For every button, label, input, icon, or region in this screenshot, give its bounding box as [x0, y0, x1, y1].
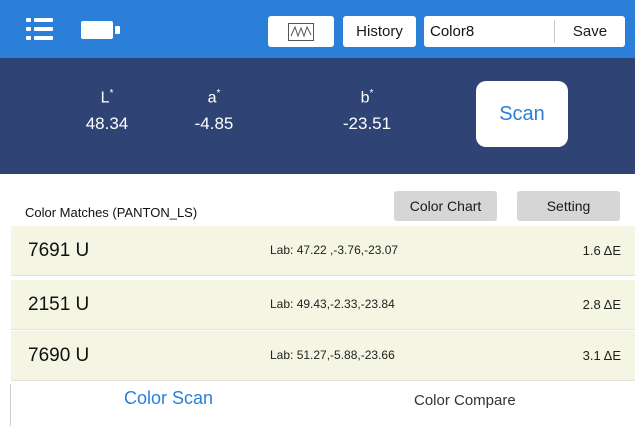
match-color-name: 2151 U: [28, 294, 90, 315]
match-delta-e: 3.1 ΔE: [582, 348, 621, 363]
match-row[interactable]: 7691 U Lab: 47.22 ,-3.76,-23.07 1.6 ΔE: [11, 226, 635, 276]
color-name-group: Save: [424, 16, 625, 47]
top-toolbar: History Save: [0, 0, 635, 58]
setting-button[interactable]: Setting: [517, 191, 620, 221]
b-star-value: -23.51: [342, 114, 392, 133]
menu-icon-bar: [34, 18, 53, 22]
color-chart-button[interactable]: Color Chart: [394, 191, 497, 221]
match-row[interactable]: 2151 U Lab: 49.43,-2.33,-23.84 2.8 ΔE: [11, 280, 635, 330]
match-delta-e: 1.6 ΔE: [582, 243, 621, 258]
menu-icon-dot: [26, 27, 31, 31]
l-star-value: 48.34: [85, 114, 129, 133]
battery-body: [81, 21, 113, 39]
match-delta-e: 2.8 ΔE: [582, 297, 621, 312]
battery-tip: [115, 26, 120, 34]
a-star-value: -4.85: [194, 114, 234, 133]
match-color-name: 7690 U: [28, 345, 90, 366]
match-lab-values: Lab: 51.27,-5.88,-23.66: [270, 348, 395, 362]
tab-color-scan[interactable]: Color Scan: [124, 388, 213, 409]
match-lab-values: Lab: 49.43,-2.33,-23.84: [270, 297, 395, 311]
a-star-column: a* -4.85: [174, 84, 254, 134]
menu-icon[interactable]: [26, 18, 53, 40]
match-row[interactable]: 7690 U Lab: 51.27,-5.88,-23.66 3.1 ΔE: [11, 331, 635, 381]
l-star-column: L* 48.34: [67, 84, 147, 134]
save-button[interactable]: Save: [555, 16, 625, 47]
b-star-column: b* -23.51: [327, 84, 407, 134]
a-star-label: a*: [207, 88, 221, 107]
history-button[interactable]: History: [343, 16, 416, 47]
scan-button[interactable]: Scan: [476, 81, 568, 147]
menu-icon-dot: [26, 36, 31, 40]
menu-icon-bar: [34, 36, 53, 40]
chart-view-button[interactable]: [268, 16, 334, 47]
b-star-label: b*: [360, 88, 374, 107]
color-matches-title: Color Matches (PANTON_LS): [25, 205, 198, 220]
tab-color-compare[interactable]: Color Compare: [414, 392, 516, 409]
waveform-chart-icon: [288, 22, 314, 41]
l-star-label: L*: [100, 88, 114, 107]
match-lab-values: Lab: 47.22 ,-3.76,-23.07: [270, 243, 399, 257]
color-name-input[interactable]: [424, 16, 550, 47]
menu-icon-dot: [26, 18, 31, 22]
lab-values-panel: L* 48.34 a* -4.85 b* -23.51 Scan: [0, 58, 635, 174]
match-color-name: 7691 U: [28, 240, 90, 261]
menu-icon-bar: [34, 27, 53, 31]
battery-icon: [81, 21, 121, 39]
divider: [10, 384, 11, 426]
